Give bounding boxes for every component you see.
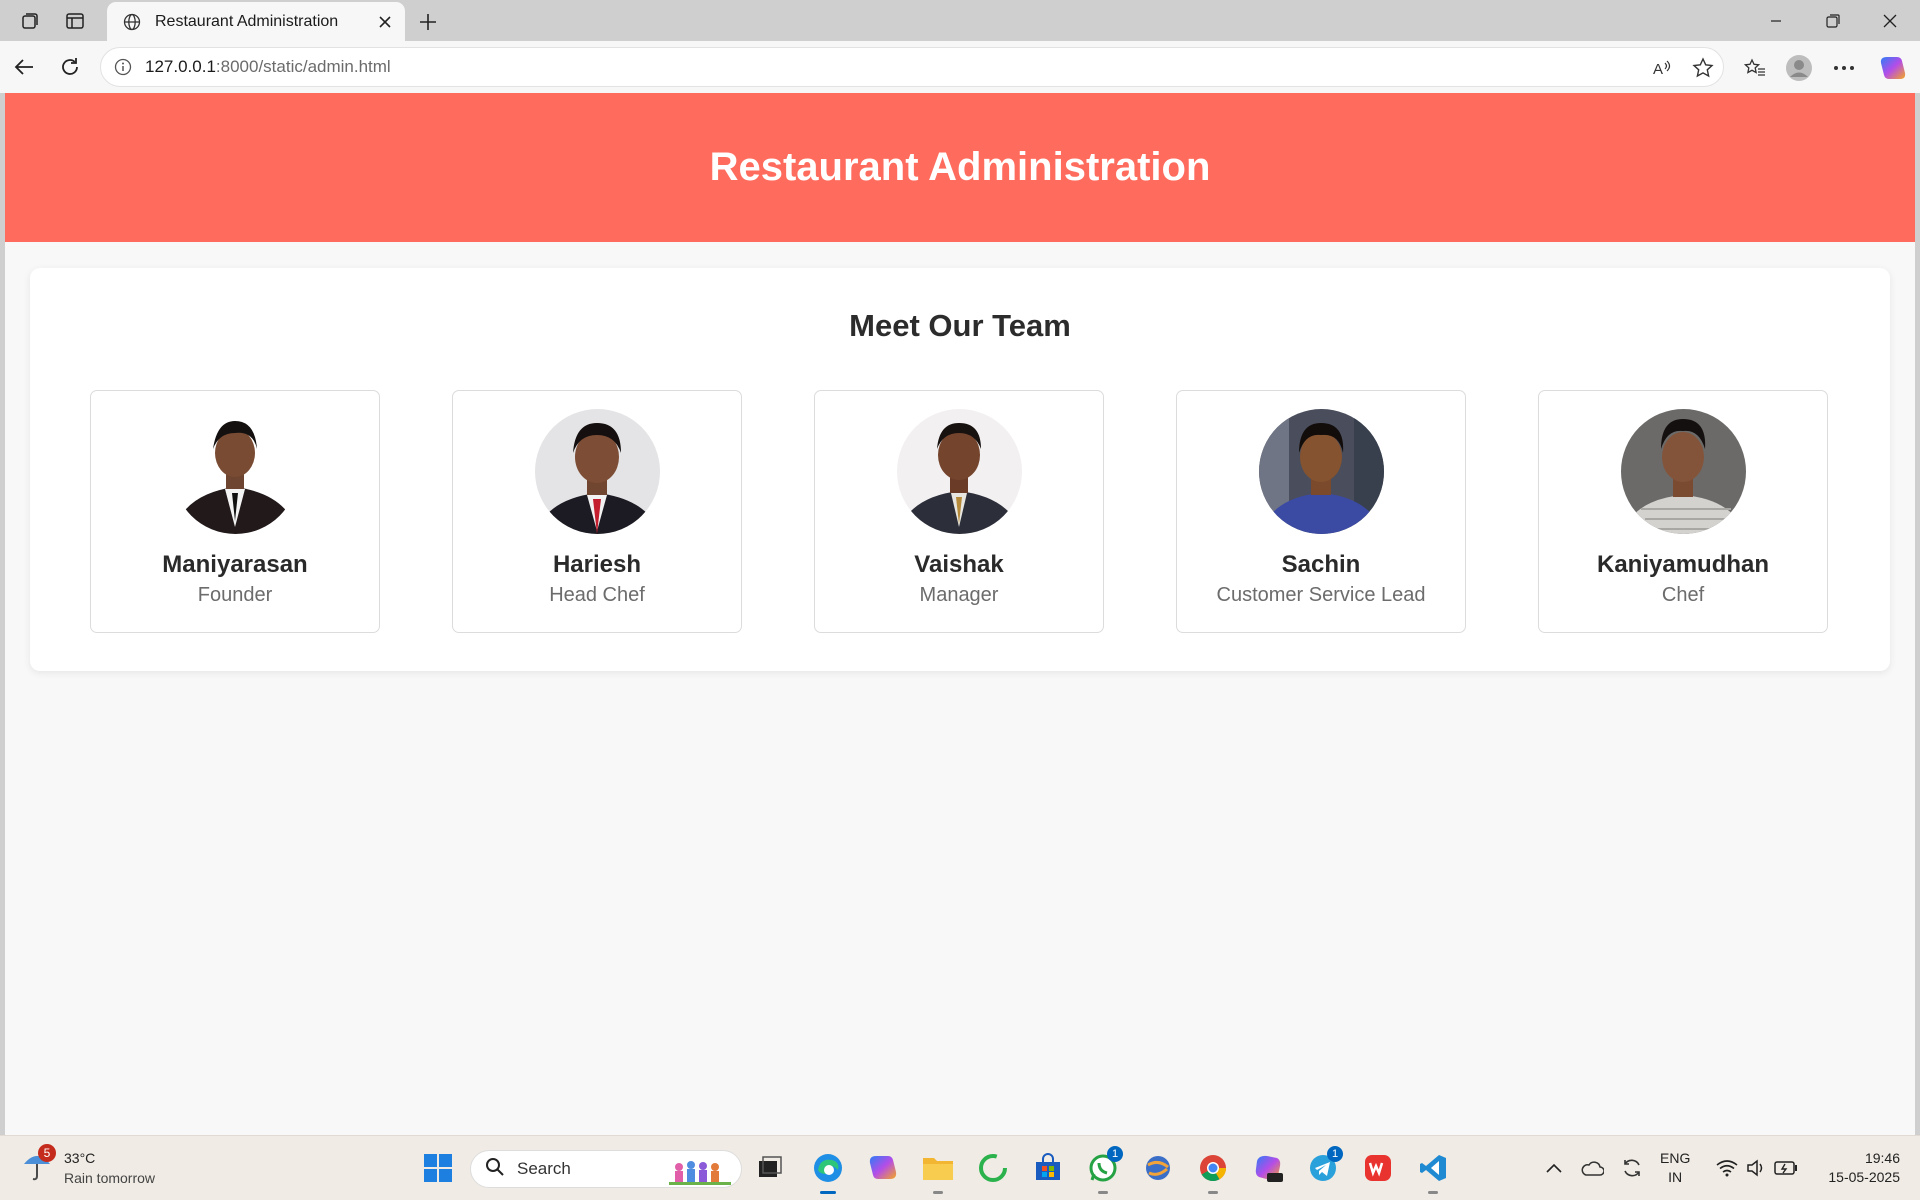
language-code: ENG — [1660, 1150, 1691, 1166]
team-panel: Meet Our Team Maniyarasan Founder Haries… — [30, 268, 1890, 671]
team-card: Kaniyamudhan Chef — [1538, 390, 1828, 633]
vscode-icon[interactable] — [1413, 1148, 1453, 1194]
language-indicator[interactable]: ENG IN — [1660, 1149, 1690, 1187]
active-tab[interactable]: Restaurant Administration — [107, 2, 405, 41]
member-role: Chef — [1661, 584, 1705, 606]
page-viewport: Restaurant Administration Meet Our Team … — [5, 93, 1915, 1135]
page-header: Restaurant Administration — [5, 93, 1915, 242]
url-path: :8000/static/admin.html — [215, 57, 391, 76]
team-card: Sachin Customer Service Lead — [1176, 390, 1466, 633]
microsoft-store-icon[interactable] — [1028, 1148, 1068, 1188]
member-role: Customer Service Lead — [1216, 584, 1426, 606]
vertical-tabs-icon[interactable] — [62, 8, 88, 34]
new-tab-button[interactable] — [414, 8, 442, 36]
settings-globe-app-icon[interactable] — [1138, 1148, 1178, 1188]
workspaces-icon[interactable] — [17, 8, 43, 34]
weather-widget[interactable]: 5 33°C Rain tomorrow — [22, 1144, 156, 1188]
svg-text:A: A — [1653, 61, 1663, 78]
member-name: Sachin — [1281, 551, 1361, 578]
copilot-icon[interactable] — [1876, 51, 1910, 85]
read-aloud-icon[interactable]: A — [1648, 54, 1676, 82]
team-card: Vaishak Manager — [814, 390, 1104, 633]
active-indicator — [820, 1191, 836, 1194]
open-indicator — [1098, 1191, 1108, 1194]
page-title: Restaurant Administration — [709, 145, 1211, 189]
profile-avatar-icon[interactable] — [1782, 51, 1816, 85]
temperature: 33°C — [64, 1150, 96, 1166]
taskbar: 5 33°C Rain tomorrow Search 1 1 ENG IN 1… — [0, 1135, 1920, 1200]
back-arrow-icon[interactable] — [8, 51, 40, 83]
more-options-icon[interactable] — [1827, 51, 1861, 85]
onedrive-cloud-icon[interactable] — [1578, 1154, 1606, 1182]
taskbar-search[interactable]: Search — [470, 1150, 742, 1188]
system-clock[interactable]: 19:46 15-05-2025 — [1810, 1149, 1900, 1187]
battery-icon[interactable] — [1772, 1154, 1800, 1182]
copilot-app-icon[interactable] — [863, 1148, 903, 1188]
member-name: Vaishak — [914, 551, 1004, 578]
edge-browser-icon[interactable] — [808, 1148, 848, 1194]
section-title: Meet Our Team — [849, 308, 1071, 343]
team-member-photo — [173, 409, 298, 534]
address-bar[interactable]: 127.0.0.1:8000/static/admin.html A — [100, 47, 1724, 87]
team-card: Hariesh Head Chef — [452, 390, 742, 633]
url-host: 127.0.0.1 — [145, 57, 216, 76]
team-member-photo — [1621, 409, 1746, 534]
team-member-photo — [1259, 409, 1384, 534]
tab-title: Restaurant Administration — [155, 12, 339, 30]
chevron-up-icon[interactable] — [1540, 1154, 1568, 1182]
clock-time: 19:46 — [1864, 1150, 1900, 1166]
sync-icon[interactable] — [1618, 1154, 1646, 1182]
whatsapp-icon[interactable]: 1 — [1083, 1146, 1123, 1194]
search-highlight-icon — [669, 1155, 731, 1190]
restore-icon[interactable] — [1805, 6, 1861, 36]
search-icon — [485, 1157, 505, 1182]
team-member-photo — [535, 409, 660, 534]
member-name: Kaniyamudhan — [1596, 551, 1770, 578]
telegram-badge: 1 — [1327, 1146, 1343, 1162]
microsoft-365-icon[interactable] — [1248, 1148, 1288, 1188]
globe-icon — [121, 11, 143, 33]
browser-toolbar: 127.0.0.1:8000/static/admin.html A — [0, 41, 1920, 93]
close-tab-icon[interactable] — [371, 8, 399, 36]
start-button[interactable] — [418, 1148, 458, 1188]
wps-office-icon[interactable] — [1358, 1148, 1398, 1188]
weather-alert-badge: 5 — [38, 1144, 56, 1162]
team-member-photo — [897, 409, 1022, 534]
whatsapp-badge: 1 — [1107, 1146, 1123, 1162]
chrome-icon[interactable] — [1193, 1148, 1233, 1194]
open-indicator — [1428, 1191, 1438, 1194]
site-info-icon[interactable] — [113, 57, 133, 77]
open-indicator — [933, 1191, 943, 1194]
favorite-star-icon[interactable] — [1689, 54, 1717, 82]
clock-date: 15-05-2025 — [1828, 1169, 1900, 1185]
url-text[interactable]: 127.0.0.1:8000/static/admin.html — [145, 57, 391, 77]
wifi-icon[interactable] — [1713, 1154, 1741, 1182]
member-name: Hariesh — [552, 551, 642, 578]
team-card: Maniyarasan Founder — [90, 390, 380, 633]
search-label: Search — [517, 1159, 571, 1178]
favorites-icon[interactable] — [1738, 51, 1772, 85]
umbrella-icon: 5 — [22, 1144, 58, 1188]
task-view-icon[interactable] — [750, 1148, 790, 1188]
member-role: Head Chef — [549, 584, 645, 606]
browser-tab-bar: Restaurant Administration — [0, 0, 1920, 41]
file-explorer-icon[interactable] — [918, 1148, 958, 1194]
region-code: IN — [1668, 1169, 1683, 1185]
telegram-icon[interactable]: 1 — [1303, 1146, 1343, 1188]
member-role: Manager — [919, 584, 999, 606]
refresh-icon[interactable] — [54, 51, 86, 83]
weather-condition: Rain tomorrow — [64, 1170, 156, 1186]
green-circle-app-icon[interactable] — [973, 1148, 1013, 1188]
member-role: Founder — [197, 584, 273, 606]
member-name: Maniyarasan — [162, 551, 308, 578]
close-window-icon[interactable] — [1862, 6, 1918, 36]
volume-icon[interactable] — [1742, 1154, 1770, 1182]
minimize-icon[interactable] — [1748, 6, 1804, 36]
open-indicator — [1208, 1191, 1218, 1194]
